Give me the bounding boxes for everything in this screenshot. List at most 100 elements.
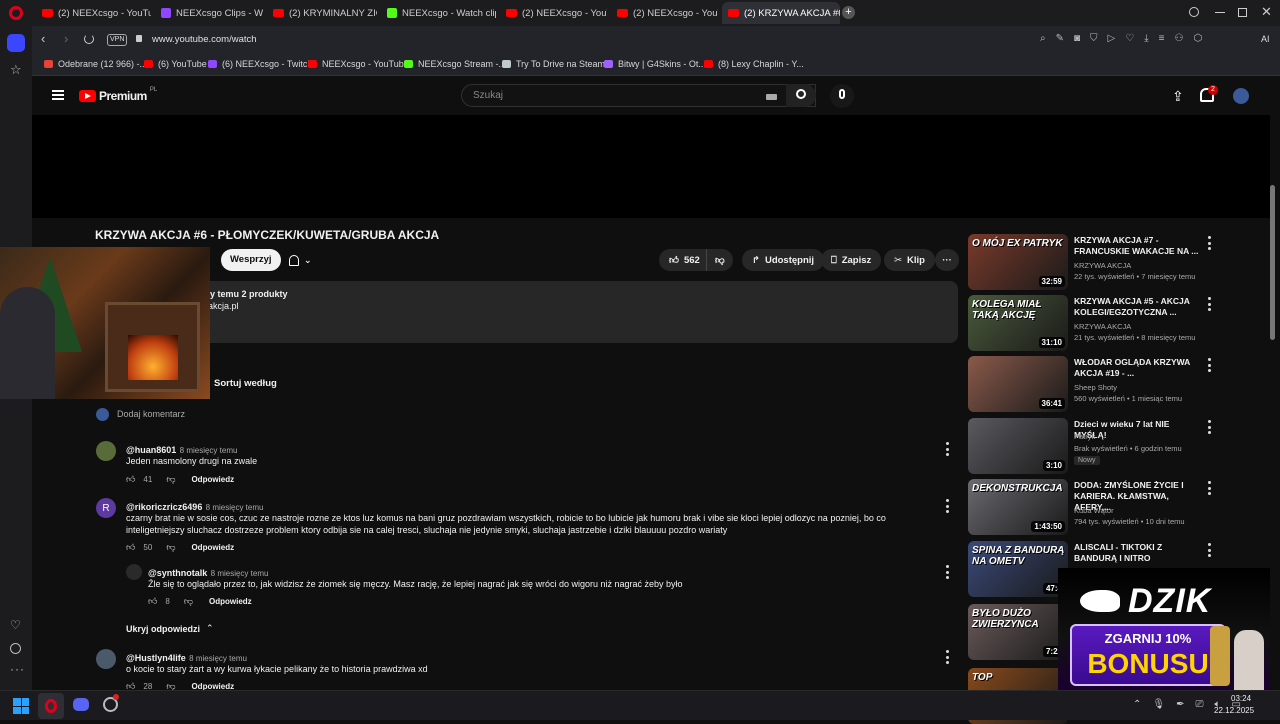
recommended-video[interactable]: DEKONSTRUKCJA 1:43:50 DODA: ZMYŚLONE ŻYCIE…	[968, 479, 1218, 535]
url-field[interactable]: www.youtube.com/watch	[152, 34, 257, 45]
comment-menu-icon[interactable]	[942, 442, 952, 456]
tab-5[interactable]: (2) NEEXcsgo - YouTube	[611, 2, 718, 24]
star-icon[interactable]: ☆	[10, 62, 22, 78]
comment-author[interactable]: @synthnotalk	[148, 568, 207, 578]
camera-icon[interactable]: ◙	[1074, 33, 1080, 44]
tab-4[interactable]: (2) NEEXcsgo - YouTube	[500, 2, 607, 24]
comment-author[interactable]: @Hustlyn4life	[126, 653, 186, 663]
more-actions-button[interactable]: ···	[935, 249, 959, 271]
recommended-video[interactable]: O MÓJ EX PATRYK 32:59 KRZYWA AKCJA #7 - FR…	[968, 234, 1218, 290]
bookmark-6[interactable]: Bitwy | G4Skins - Ot...	[604, 59, 706, 69]
account-avatar[interactable]	[1233, 88, 1249, 104]
tab-0[interactable]: (2) NEEXcsgo - YouTube	[36, 2, 151, 24]
home-icon[interactable]	[7, 34, 25, 52]
shield-icon[interactable]: ⛉	[1090, 33, 1098, 44]
reply-button[interactable]: Odpowiedz	[209, 597, 252, 606]
comment-time[interactable]: 8 miesięcy temu	[180, 446, 238, 455]
maximize-button[interactable]	[1238, 8, 1247, 17]
search-box[interactable]: Szukaj	[461, 84, 816, 107]
tray-network-icon[interactable]: ⎚	[1195, 699, 1203, 710]
search-icon[interactable]: ⌕	[1040, 33, 1046, 44]
comment-menu-icon[interactable]	[942, 499, 952, 513]
save-button[interactable]: ⎕ Zapisz	[821, 249, 882, 271]
play-icon[interactable]: ▷	[1108, 33, 1116, 44]
reload-icon[interactable]	[84, 34, 94, 44]
opera-taskbar-icon[interactable]	[38, 693, 64, 719]
tab-2[interactable]: (2) KRYMINALNY ZIOMEK	[267, 2, 377, 24]
video-menu-icon[interactable]	[1204, 543, 1214, 557]
comment-avatar[interactable]	[96, 441, 116, 461]
close-window-button[interactable]: ✕	[1261, 4, 1272, 20]
video-thumbnail[interactable]: BYŁO DUŻO ZWIERZYNCA 7:22	[968, 604, 1068, 660]
video-thumbnail[interactable]: KOLEGA MIAŁ TAKĄ AKCJĘ 31:10	[968, 295, 1068, 351]
comment-time[interactable]: 8 miesięcy temu	[211, 569, 269, 578]
opera-logo-icon[interactable]	[9, 6, 23, 20]
bookmark-3[interactable]: NEEXcsgo - YouTube	[308, 59, 409, 69]
upload-icon[interactable]: ⇪	[1172, 88, 1184, 105]
thumb-down-icon[interactable]: 👎︎	[166, 474, 175, 485]
video-thumbnail[interactable]: SPINA Z BANDURĄ NA OMETV 47:4	[968, 541, 1068, 597]
support-button[interactable]: Wesprzyj	[221, 249, 281, 271]
comment-avatar[interactable]	[96, 649, 116, 669]
recommended-video[interactable]: 36:41 WŁODAR OGLĄDA KRZYWA AKCJA #19 - ..…	[968, 356, 1218, 412]
comment-author[interactable]: @rikoriczricz6496	[126, 502, 202, 512]
clock-time[interactable]: 03:24	[1231, 694, 1251, 703]
video-menu-icon[interactable]	[1204, 236, 1214, 250]
description-box[interactable]: cy temu 2 produkty -akcja.pl	[95, 281, 958, 343]
notifications-toggle[interactable]: ⌄	[279, 249, 322, 271]
keyboard-icon[interactable]	[766, 94, 777, 100]
video-menu-icon[interactable]	[1204, 358, 1214, 372]
new-tab-button[interactable]: +	[842, 6, 855, 19]
channel-name[interactable]: KRZYWA AKCJA	[1074, 261, 1131, 270]
video-thumbnail[interactable]: O MÓJ EX PATRYK 32:59	[968, 234, 1068, 290]
app-taskbar-icon[interactable]	[103, 694, 119, 712]
ai-button[interactable]: AI	[1261, 34, 1270, 44]
video-title[interactable]: WŁODAR OGLĄDA KRZYWA AKCJA #19 - ...	[1074, 357, 1200, 379]
dislike-button[interactable]: 👎︎	[706, 249, 733, 271]
microphone-icon[interactable]	[830, 84, 854, 108]
video-title[interactable]: KRZYWA AKCJA #5 - AKCJA KOLEGI/EGZOTYCZN…	[1074, 296, 1200, 318]
forward-icon[interactable]: ›	[64, 31, 68, 46]
edit-icon[interactable]: ✎	[1056, 33, 1064, 44]
add-comment-input[interactable]: Dodaj komentarz	[117, 409, 185, 419]
extension-icon[interactable]: ⬡	[1193, 33, 1202, 44]
comment-time[interactable]: 8 miesięcy temu	[189, 654, 247, 663]
youtube-logo[interactable]: Premium PL	[79, 87, 157, 103]
comment-menu-icon[interactable]	[942, 565, 952, 579]
reply-button[interactable]: Odpowiedz	[191, 475, 234, 484]
channel-name[interactable]: KRZYWA AKCJA	[1074, 322, 1131, 331]
tab-3[interactable]: NEEXcsgo - Watch clips o	[381, 2, 496, 24]
like-button[interactable]: 👍︎ 562	[659, 249, 708, 271]
clip-button[interactable]: ✂ Klip	[884, 249, 935, 271]
tray-mic-icon[interactable]: 🎙︎	[1152, 699, 1165, 710]
search-button[interactable]	[786, 84, 816, 107]
channel-name[interactable]: Kuba Wątor	[1074, 506, 1114, 515]
comment-avatar[interactable]: R	[96, 498, 116, 518]
video-thumbnail[interactable]: 3:10	[968, 418, 1068, 474]
bookmark-4[interactable]: NEEXcsgo Stream -...	[404, 59, 506, 69]
tray-chevron-icon[interactable]: ⌃	[1133, 699, 1141, 710]
minimize-button[interactable]	[1215, 12, 1225, 13]
menu-icon[interactable]: ≡	[1159, 33, 1165, 44]
recommended-video[interactable]: 3:10 Dzieci w wieku 7 lat NIE MYŚLĄ! Patry…	[968, 418, 1218, 474]
recommended-video[interactable]: KOLEGA MIAŁ TAKĄ AKCJĘ 31:10 KRZYWA AKCJA …	[968, 295, 1218, 351]
tab-1[interactable]: NEEXcsgo Clips - Watch L	[155, 2, 263, 24]
video-thumbnail[interactable]: DEKONSTRUKCJA 1:43:50	[968, 479, 1068, 535]
thumb-down-icon[interactable]: 👎︎	[184, 596, 193, 607]
download-icon[interactable]: ⤓	[1144, 33, 1148, 44]
video-menu-icon[interactable]	[1204, 420, 1214, 434]
page-scrollbar[interactable]	[1270, 185, 1275, 340]
tab-6[interactable]: (2) KRZYWA AKCJA #6 - P	[722, 2, 840, 24]
video-player[interactable]	[32, 115, 1270, 218]
more-sidebar-icon[interactable]: ···	[10, 662, 25, 676]
channel-name[interactable]: Sheep Shoty	[1074, 383, 1117, 392]
video-title[interactable]: KRZYWA AKCJA #7 - FRANCUSKIE WAKACJE NA …	[1074, 235, 1200, 257]
comment-avatar[interactable]	[126, 564, 142, 580]
description-link[interactable]: -akcja.pl	[205, 301, 239, 311]
sort-comments-button[interactable]: Sortuj według	[214, 378, 277, 389]
video-title[interactable]: ALISCALI - TIKTOKI Z BANDURĄ I NITRO	[1074, 542, 1200, 564]
clock-date[interactable]: 22.12.2025	[1214, 706, 1254, 715]
hide-replies-button[interactable]: Ukryj odpowiedzi ⌃	[126, 623, 214, 634]
comment-menu-icon[interactable]	[942, 650, 952, 664]
back-icon[interactable]: ‹	[41, 31, 45, 46]
